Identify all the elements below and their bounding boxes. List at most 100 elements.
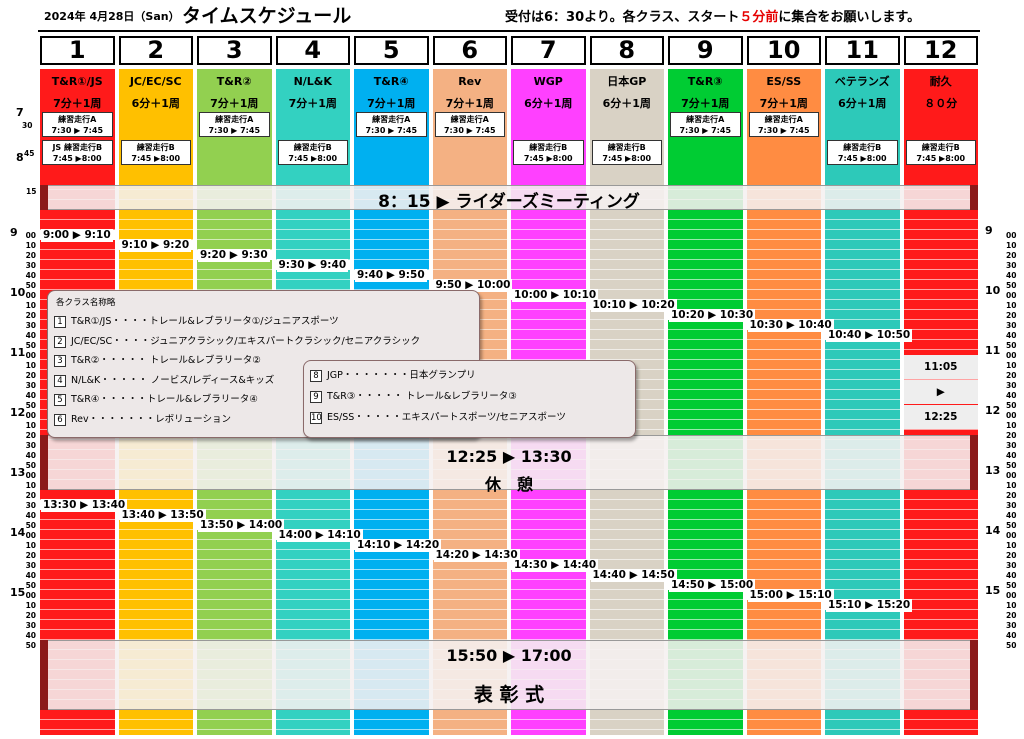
slot-time: 14:20 ▶ 14:30 [433, 549, 520, 562]
class-name: ES/SS [766, 75, 802, 88]
legend-item: 5 T&R④・・・・・トレール&レブラリータ④ [54, 391, 258, 406]
minute-label-right: 30 [1006, 561, 1017, 570]
warmup-box: 練習走行B 7:45 ▶8:00 [277, 140, 348, 165]
warmup-time: 7:45 ▶8:00 [131, 154, 181, 163]
class-duration: 7分＋1周 [367, 97, 416, 110]
warmup-label: 練習走行B [529, 143, 568, 152]
slot-time: 13:30 ▶ 13:40 [41, 499, 128, 512]
class-name: WGP [533, 75, 563, 88]
break-label: 休 憩 [484, 475, 533, 494]
class-duration: 7分＋1周 [210, 97, 259, 110]
legend-item: 10 ES/SS・・・・・エキスパートスポーツ/セニアスポーツ [310, 409, 566, 424]
minute-label-right: 30 [1006, 441, 1017, 450]
hour-label-right: 9 [985, 224, 993, 237]
class-name: 耐久 [929, 75, 952, 88]
legend-text: JC/EC/SC・・・・ジュニアクラシック/エキスパートクラシック/セニアクラシ… [71, 335, 421, 347]
minute-label: 30 [25, 261, 36, 270]
legend-text: ES/SS・・・・・エキスパートスポーツ/セニアスポーツ [327, 412, 566, 423]
hour-label-right: 12 [985, 404, 1001, 417]
column-number: 9 [668, 36, 743, 65]
slot-time: 9:40 ▶ 9:50 [355, 269, 427, 282]
hour-label-right: 14 [985, 524, 1001, 537]
page-title: タイムスケジュール [182, 5, 352, 27]
class-duration: ８０分 [924, 97, 958, 110]
class-name: Rev [458, 75, 482, 88]
warmup-time: 7:30 ▶ 7:45 [443, 126, 496, 135]
column-header: T&R①/JS 7分＋1周 [40, 69, 115, 112]
warmup-label: 練習走行A [764, 115, 803, 124]
endurance-start: 11:05 [903, 355, 978, 379]
slot-time: 10:20 ▶ 10:30 [669, 309, 756, 322]
minute-label: 00 [25, 231, 36, 240]
warmup-box: JS 練習走行B 7:45 ▶8:00 [42, 140, 113, 165]
minute-label-right: 20 [1006, 371, 1017, 380]
minute-label-right: 40 [1006, 331, 1017, 340]
slot-time: 14:40 ▶ 14:50 [590, 569, 677, 582]
minute-label: 00 [25, 291, 36, 300]
header-divider [38, 30, 980, 32]
minute-label: 40 [25, 451, 36, 460]
minute-label-right: 10 [1006, 421, 1017, 430]
minute-label-right: 10 [1006, 601, 1017, 610]
class-name: JC/EC/SC [129, 75, 182, 88]
minute-label: 10 [25, 481, 36, 490]
column-number: 2 [118, 36, 193, 65]
class-name: 日本GP [607, 75, 647, 88]
minute-label: 45 [24, 149, 35, 158]
minute-label-right: 40 [1006, 631, 1017, 640]
endurance-end: 12:25 [903, 405, 978, 429]
minute-label: 50 [25, 461, 36, 470]
legend-text: T&R②・・・・・ トレール&レブラリータ② [71, 355, 261, 366]
warmup-label: 練習走行B [843, 143, 882, 152]
warmup-box: 練習走行B 7:45 ▶8:00 [591, 140, 662, 165]
warmup-time: 7:30 ▶ 7:45 [208, 126, 261, 135]
warmup-time: 7:30 ▶ 7:45 [679, 126, 732, 135]
minute-label: 40 [25, 571, 36, 580]
slot-time: 9:30 ▶ 9:40 [276, 259, 349, 272]
minute-label: 40 [25, 631, 36, 640]
class-duration: 6分＋1周 [524, 97, 573, 110]
minute-label: 20 [25, 311, 36, 320]
minute-label: 20 [25, 611, 36, 620]
legend-text: N/L&K・・・・・ ノービス/レディース&キッズ [71, 374, 275, 386]
class-duration: 7分＋1周 [288, 97, 337, 110]
legend-text: T&R④・・・・・トレール&レブラリータ④ [71, 394, 258, 405]
minute-label-right: 50 [1006, 521, 1017, 530]
legend-number: 2 [54, 335, 66, 348]
minute-label: 20 [25, 251, 36, 260]
warmup-label: 練習走行B [607, 143, 646, 152]
minute-label: 10 [25, 421, 36, 430]
column-header: Rev 7分＋1周 [433, 69, 508, 112]
legend-text: Rev・・・・・・・レボリューション [71, 413, 231, 425]
minute-label-right: 00 [1006, 531, 1017, 540]
class-duration: 6分＋1周 [602, 97, 651, 110]
warmup-time: 7:30 ▶ 7:45 [757, 126, 810, 135]
column-number: 7 [511, 36, 586, 65]
minute-label-right: 00 [1006, 471, 1017, 480]
column-11: ベテランズ 6分＋1周 [825, 69, 900, 735]
minute-label-right: 40 [1006, 391, 1017, 400]
minute-label: 10 [25, 541, 36, 550]
column-number: 12 [903, 36, 978, 65]
column-header: ES/SS 7分＋1周 [747, 69, 822, 112]
slot-time: 13:40 ▶ 13:50 [119, 509, 206, 522]
column-number: 11 [825, 36, 900, 65]
minute-label: 40 [25, 331, 36, 340]
legend-number: 9 [310, 391, 322, 403]
minute-label-right: 30 [1006, 381, 1017, 390]
minute-label-right: 00 [1006, 291, 1017, 300]
hour-label-right: 10 [985, 284, 1001, 297]
column-number: 10 [746, 36, 821, 65]
minute-label: 20 [25, 551, 36, 560]
column-number: 3 [197, 36, 272, 65]
minute-label-right: 40 [1006, 451, 1017, 460]
minute-label: 20 [25, 491, 36, 500]
minute-label-right: 20 [1006, 311, 1017, 320]
warmup-label: 練習走行B [921, 143, 960, 152]
legend-item: 2 JC/EC/SC・・・・ジュニアクラシック/エキスパートクラシック/セニアクラ… [54, 333, 420, 348]
slot-time: 14:50 ▶ 15:00 [669, 579, 756, 592]
legend-item: 9 T&R③・・・・・ トレール&レブラリータ③ [310, 388, 517, 403]
minute-label: 40 [25, 391, 36, 400]
note-a: 受付は6：30より。各クラス、スタート [505, 10, 740, 25]
hour-label-right: 15 [985, 584, 1001, 597]
